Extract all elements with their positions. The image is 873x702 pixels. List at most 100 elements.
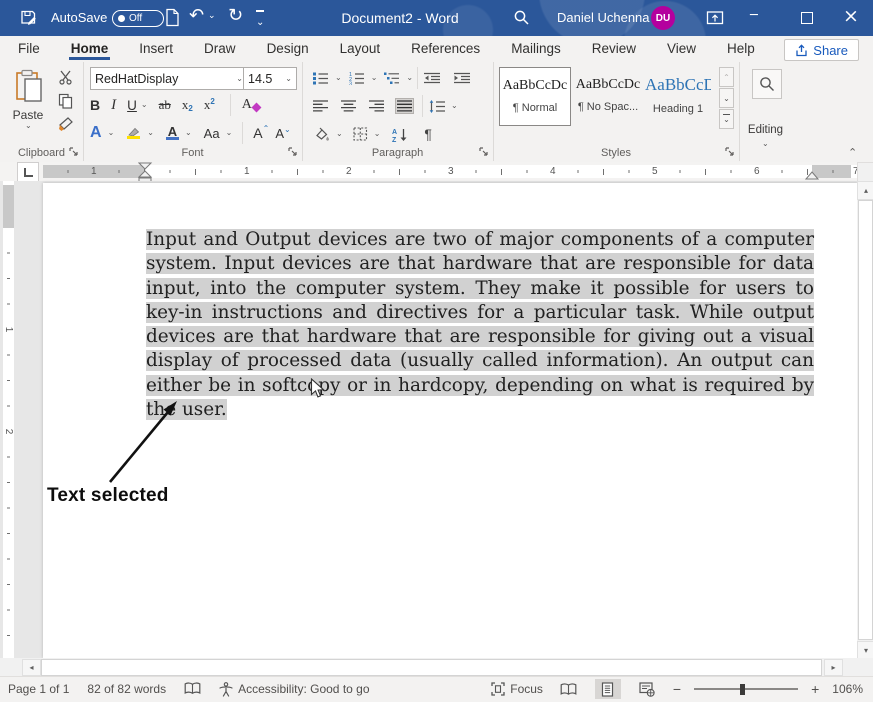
format-painter-icon[interactable]: [58, 116, 74, 132]
highlight-dropdown-icon[interactable]: ⌄: [147, 129, 154, 137]
vertical-scrollbar[interactable]: ▴ ▾: [857, 181, 873, 658]
align-left-button[interactable]: [311, 98, 330, 114]
borders-button[interactable]: [351, 125, 370, 143]
undo-dropdown-icon[interactable]: ⌄: [208, 11, 216, 21]
avatar[interactable]: DU: [651, 6, 675, 30]
horizontal-scrollbar[interactable]: ◂ ▸: [0, 658, 873, 676]
decrease-indent-button[interactable]: [422, 70, 442, 87]
scroll-up-button[interactable]: ▴: [857, 181, 873, 200]
read-mode-button[interactable]: [556, 679, 582, 699]
new-document-icon[interactable]: [164, 8, 180, 27]
font-size-combo[interactable]: 14.5 ⌄: [243, 67, 297, 90]
paragraph-dialog-launcher-icon[interactable]: [479, 147, 489, 157]
underline-button[interactable]: U: [127, 98, 137, 113]
vertical-ruler[interactable]: 1 2: [3, 181, 14, 658]
right-indent-marker[interactable]: [805, 170, 819, 181]
sort-button[interactable]: AZ: [390, 125, 410, 144]
share-button[interactable]: Share: [784, 39, 859, 61]
shading-button[interactable]: [311, 125, 332, 143]
tab-insert[interactable]: Insert: [137, 38, 175, 60]
paste-icon[interactable]: [14, 69, 44, 105]
multilevel-dropdown-icon[interactable]: ⌄: [406, 74, 413, 82]
tab-design[interactable]: Design: [265, 38, 311, 60]
print-layout-button[interactable]: [595, 679, 621, 699]
ruler-corner-button[interactable]: [857, 162, 873, 182]
tab-help[interactable]: Help: [725, 38, 757, 60]
styles-more-button[interactable]: ⌄: [719, 109, 734, 129]
font-color-dropdown-icon[interactable]: ⌄: [185, 129, 192, 137]
bullets-dropdown-icon[interactable]: ⌄: [335, 74, 342, 82]
tab-home[interactable]: Home: [69, 38, 111, 60]
justify-button[interactable]: [395, 98, 414, 114]
web-layout-button[interactable]: [634, 679, 660, 699]
copy-icon[interactable]: [58, 93, 73, 109]
undo-button[interactable]: ↶: [189, 5, 204, 26]
minimize-button[interactable]: ─: [750, 8, 758, 23]
horizontal-scroll-thumb[interactable]: [41, 659, 822, 676]
page-indicator[interactable]: Page 1 of 1: [8, 682, 69, 696]
focus-button[interactable]: Focus: [491, 682, 543, 696]
borders-dropdown-icon[interactable]: ⌄: [374, 130, 381, 138]
tab-mailings[interactable]: Mailings: [509, 38, 563, 60]
maximize-button[interactable]: [801, 12, 813, 24]
collapse-ribbon-icon[interactable]: ⌃: [848, 146, 857, 159]
change-case-dropdown-icon[interactable]: ⌄: [226, 129, 233, 137]
zoom-out-button[interactable]: −: [673, 681, 681, 697]
zoom-slider[interactable]: [694, 683, 798, 695]
search-icon[interactable]: [513, 9, 530, 26]
tab-selector-button[interactable]: [17, 162, 39, 182]
scroll-left-button[interactable]: ◂: [22, 659, 41, 676]
subscript-button[interactable]: x2: [182, 97, 193, 113]
bullets-button[interactable]: [311, 69, 331, 87]
document-paragraph[interactable]: Input and Output devices are two of majo…: [146, 228, 814, 422]
clear-formatting-button[interactable]: A: [242, 97, 260, 113]
selected-text[interactable]: Input and Output devices are two of majo…: [146, 229, 814, 420]
ribbon-display-options-icon[interactable]: [706, 9, 724, 26]
redo-button[interactable]: ↻: [228, 5, 243, 26]
tab-references[interactable]: References: [409, 38, 482, 60]
close-button[interactable]: ×: [843, 5, 859, 27]
text-effects-button[interactable]: A: [90, 124, 102, 142]
align-center-button[interactable]: [339, 98, 358, 114]
multilevel-list-button[interactable]: [382, 69, 402, 87]
autosave-toggle[interactable]: Off: [112, 10, 164, 27]
tab-draw[interactable]: Draw: [202, 38, 238, 60]
customize-toolbar-button[interactable]: ⌄: [256, 8, 264, 30]
style-no-spacing[interactable]: AaBbCcDc ¶ No Spac...: [573, 67, 643, 124]
text-effects-dropdown-icon[interactable]: ⌄: [108, 129, 115, 137]
superscript-button[interactable]: x2: [204, 97, 215, 113]
vertical-scroll-thumb[interactable]: [858, 200, 873, 640]
zoom-level[interactable]: 106%: [832, 682, 863, 696]
styles-scroll-down-button[interactable]: ⌄: [719, 88, 734, 108]
show-formatting-button[interactable]: ¶: [422, 124, 434, 144]
paste-label[interactable]: Paste: [0, 108, 56, 122]
numbering-button[interactable]: 123: [347, 69, 367, 87]
strikethrough-button[interactable]: ab: [159, 97, 171, 113]
shading-dropdown-icon[interactable]: ⌄: [336, 130, 343, 138]
bold-button[interactable]: B: [90, 97, 100, 113]
font-dialog-launcher-icon[interactable]: [288, 147, 298, 157]
editing-dropdown-icon[interactable]: ⌄: [762, 140, 769, 148]
align-right-button[interactable]: [367, 98, 386, 114]
zoom-slider-handle[interactable]: [740, 684, 745, 695]
font-color-button[interactable]: A: [166, 126, 179, 140]
font-name-combo[interactable]: RedHatDisplay ⌄: [90, 67, 248, 90]
cut-icon[interactable]: [58, 70, 73, 85]
user-name[interactable]: Daniel Uchenna: [557, 10, 650, 26]
style-heading1[interactable]: AaBbCcD Heading 1: [645, 67, 711, 124]
underline-dropdown-icon[interactable]: ⌄: [141, 101, 148, 109]
shrink-font-button[interactable]: A⌄: [275, 126, 290, 141]
editing-label[interactable]: Editing: [739, 124, 792, 136]
tab-layout[interactable]: Layout: [338, 38, 383, 60]
tab-file[interactable]: File: [16, 38, 42, 60]
numbering-dropdown-icon[interactable]: ⌄: [371, 74, 378, 82]
horizontal-ruler[interactable]: 1 1 2 3 4 5 6 7: [43, 165, 858, 178]
find-button[interactable]: [752, 69, 782, 99]
word-count[interactable]: 82 of 82 words: [87, 682, 166, 696]
increase-indent-button[interactable]: [452, 70, 472, 87]
accessibility-status[interactable]: Accessibility: Good to go: [219, 682, 369, 697]
scroll-right-button[interactable]: ▸: [824, 659, 843, 676]
clipboard-dialog-launcher-icon[interactable]: [69, 147, 79, 157]
zoom-in-button[interactable]: +: [811, 681, 819, 697]
proofing-icon[interactable]: [184, 682, 201, 696]
